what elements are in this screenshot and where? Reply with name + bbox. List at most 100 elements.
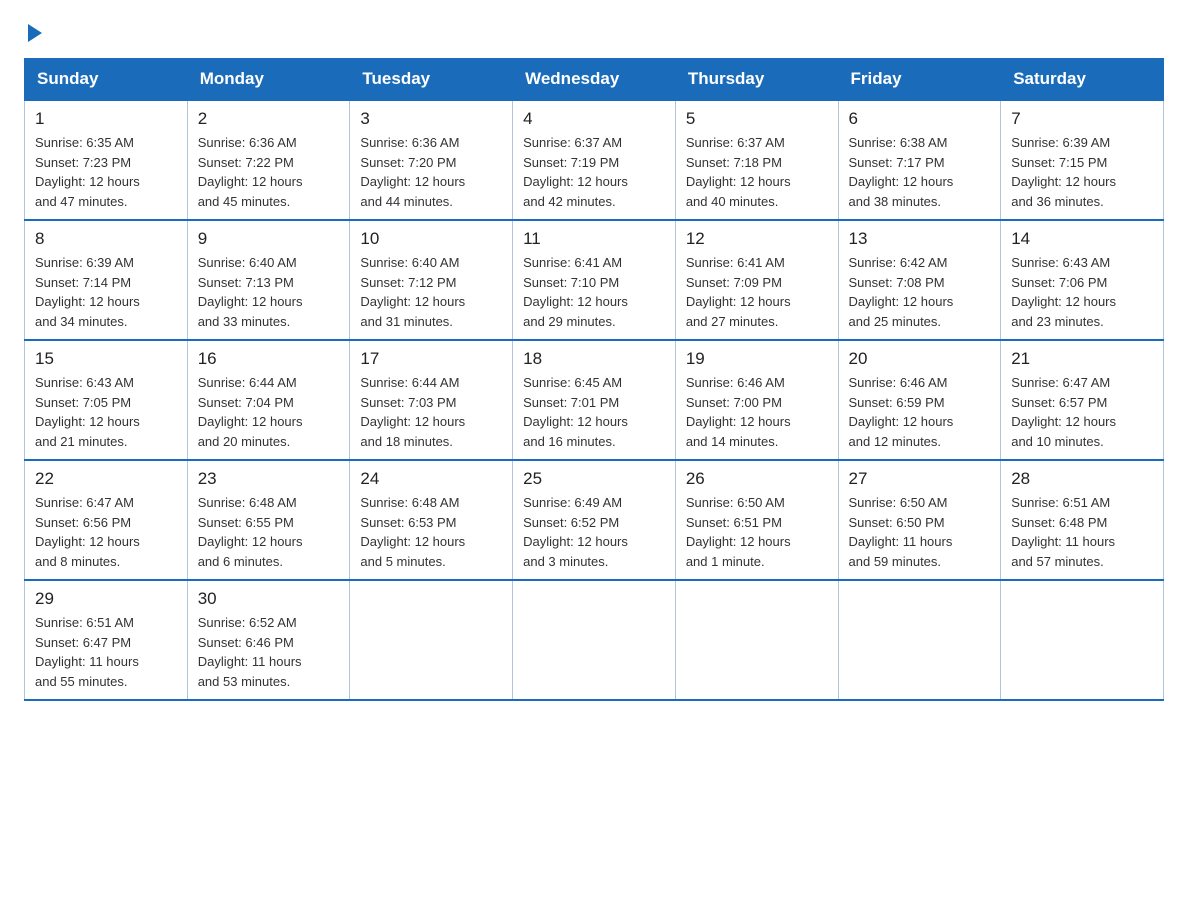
calendar-cell: 19 Sunrise: 6:46 AMSunset: 7:00 PMDayligh… <box>675 340 838 460</box>
calendar-cell <box>350 580 513 700</box>
calendar-week-2: 8 Sunrise: 6:39 AMSunset: 7:14 PMDaylight… <box>25 220 1164 340</box>
calendar-cell: 26 Sunrise: 6:50 AMSunset: 6:51 PMDayligh… <box>675 460 838 580</box>
day-number: 4 <box>523 109 665 129</box>
day-info: Sunrise: 6:36 AMSunset: 7:20 PMDaylight:… <box>360 133 502 211</box>
day-info: Sunrise: 6:36 AMSunset: 7:22 PMDaylight:… <box>198 133 340 211</box>
calendar-cell: 27 Sunrise: 6:50 AMSunset: 6:50 PMDayligh… <box>838 460 1001 580</box>
day-number: 20 <box>849 349 991 369</box>
day-number: 2 <box>198 109 340 129</box>
day-number: 27 <box>849 469 991 489</box>
day-number: 26 <box>686 469 828 489</box>
day-info: Sunrise: 6:41 AMSunset: 7:10 PMDaylight:… <box>523 253 665 331</box>
calendar-cell: 20 Sunrise: 6:46 AMSunset: 6:59 PMDayligh… <box>838 340 1001 460</box>
calendar-cell <box>513 580 676 700</box>
day-info: Sunrise: 6:52 AMSunset: 6:46 PMDaylight:… <box>198 613 340 691</box>
day-number: 3 <box>360 109 502 129</box>
weekday-header-wednesday: Wednesday <box>513 59 676 101</box>
day-number: 13 <box>849 229 991 249</box>
day-number: 25 <box>523 469 665 489</box>
calendar-cell: 24Sunrise: 6:48 AMSunset: 6:53 PMDayligh… <box>350 460 513 580</box>
day-info: Sunrise: 6:47 AMSunset: 6:57 PMDaylight:… <box>1011 373 1153 451</box>
calendar-cell: 10 Sunrise: 6:40 AMSunset: 7:12 PMDayligh… <box>350 220 513 340</box>
calendar-cell: 8 Sunrise: 6:39 AMSunset: 7:14 PMDaylight… <box>25 220 188 340</box>
day-number: 1 <box>35 109 177 129</box>
day-info: Sunrise: 6:49 AMSunset: 6:52 PMDaylight:… <box>523 493 665 571</box>
calendar-week-4: 22Sunrise: 6:47 AMSunset: 6:56 PMDayligh… <box>25 460 1164 580</box>
day-info: Sunrise: 6:47 AMSunset: 6:56 PMDaylight:… <box>35 493 177 571</box>
calendar-cell: 29Sunrise: 6:51 AMSunset: 6:47 PMDayligh… <box>25 580 188 700</box>
day-info: Sunrise: 6:42 AMSunset: 7:08 PMDaylight:… <box>849 253 991 331</box>
calendar-cell: 2 Sunrise: 6:36 AMSunset: 7:22 PMDaylight… <box>187 100 350 220</box>
day-info: Sunrise: 6:40 AMSunset: 7:12 PMDaylight:… <box>360 253 502 331</box>
day-info: Sunrise: 6:41 AMSunset: 7:09 PMDaylight:… <box>686 253 828 331</box>
calendar-cell: 28 Sunrise: 6:51 AMSunset: 6:48 PMDayligh… <box>1001 460 1164 580</box>
calendar-cell: 1Sunrise: 6:35 AMSunset: 7:23 PMDaylight… <box>25 100 188 220</box>
weekday-header-friday: Friday <box>838 59 1001 101</box>
day-number: 18 <box>523 349 665 369</box>
calendar-table: SundayMondayTuesdayWednesdayThursdayFrid… <box>24 58 1164 701</box>
calendar-week-5: 29Sunrise: 6:51 AMSunset: 6:47 PMDayligh… <box>25 580 1164 700</box>
calendar-cell: 4 Sunrise: 6:37 AMSunset: 7:19 PMDaylight… <box>513 100 676 220</box>
weekday-header-tuesday: Tuesday <box>350 59 513 101</box>
day-number: 19 <box>686 349 828 369</box>
day-number: 29 <box>35 589 177 609</box>
day-number: 8 <box>35 229 177 249</box>
day-number: 5 <box>686 109 828 129</box>
calendar-cell <box>1001 580 1164 700</box>
day-info: Sunrise: 6:51 AMSunset: 6:48 PMDaylight:… <box>1011 493 1153 571</box>
day-number: 30 <box>198 589 340 609</box>
day-number: 24 <box>360 469 502 489</box>
day-number: 14 <box>1011 229 1153 249</box>
day-number: 16 <box>198 349 340 369</box>
day-info: Sunrise: 6:38 AMSunset: 7:17 PMDaylight:… <box>849 133 991 211</box>
day-info: Sunrise: 6:50 AMSunset: 6:50 PMDaylight:… <box>849 493 991 571</box>
day-info: Sunrise: 6:39 AMSunset: 7:14 PMDaylight:… <box>35 253 177 331</box>
calendar-cell: 17 Sunrise: 6:44 AMSunset: 7:03 PMDayligh… <box>350 340 513 460</box>
calendar-cell: 6 Sunrise: 6:38 AMSunset: 7:17 PMDaylight… <box>838 100 1001 220</box>
calendar-cell: 16 Sunrise: 6:44 AMSunset: 7:04 PMDayligh… <box>187 340 350 460</box>
calendar-cell: 21Sunrise: 6:47 AMSunset: 6:57 PMDayligh… <box>1001 340 1164 460</box>
calendar-cell: 15 Sunrise: 6:43 AMSunset: 7:05 PMDayligh… <box>25 340 188 460</box>
day-number: 17 <box>360 349 502 369</box>
calendar-cell: 3 Sunrise: 6:36 AMSunset: 7:20 PMDaylight… <box>350 100 513 220</box>
calendar-cell: 18 Sunrise: 6:45 AMSunset: 7:01 PMDayligh… <box>513 340 676 460</box>
day-number: 15 <box>35 349 177 369</box>
day-number: 23 <box>198 469 340 489</box>
logo-arrow-icon <box>28 24 42 42</box>
day-info: Sunrise: 6:46 AMSunset: 7:00 PMDaylight:… <box>686 373 828 451</box>
calendar-cell <box>838 580 1001 700</box>
day-info: Sunrise: 6:46 AMSunset: 6:59 PMDaylight:… <box>849 373 991 451</box>
day-number: 11 <box>523 229 665 249</box>
day-info: Sunrise: 6:50 AMSunset: 6:51 PMDaylight:… <box>686 493 828 571</box>
day-info: Sunrise: 6:37 AMSunset: 7:19 PMDaylight:… <box>523 133 665 211</box>
weekday-header-thursday: Thursday <box>675 59 838 101</box>
day-number: 7 <box>1011 109 1153 129</box>
calendar-cell: 13 Sunrise: 6:42 AMSunset: 7:08 PMDayligh… <box>838 220 1001 340</box>
day-number: 10 <box>360 229 502 249</box>
day-number: 9 <box>198 229 340 249</box>
calendar-cell: 22Sunrise: 6:47 AMSunset: 6:56 PMDayligh… <box>25 460 188 580</box>
weekday-header-row: SundayMondayTuesdayWednesdayThursdayFrid… <box>25 59 1164 101</box>
calendar-cell <box>675 580 838 700</box>
calendar-cell: 14 Sunrise: 6:43 AMSunset: 7:06 PMDayligh… <box>1001 220 1164 340</box>
day-number: 6 <box>849 109 991 129</box>
day-number: 12 <box>686 229 828 249</box>
day-info: Sunrise: 6:39 AMSunset: 7:15 PMDaylight:… <box>1011 133 1153 211</box>
calendar-week-1: 1Sunrise: 6:35 AMSunset: 7:23 PMDaylight… <box>25 100 1164 220</box>
day-number: 28 <box>1011 469 1153 489</box>
day-info: Sunrise: 6:44 AMSunset: 7:03 PMDaylight:… <box>360 373 502 451</box>
calendar-week-3: 15 Sunrise: 6:43 AMSunset: 7:05 PMDayligh… <box>25 340 1164 460</box>
calendar-cell: 11 Sunrise: 6:41 AMSunset: 7:10 PMDayligh… <box>513 220 676 340</box>
day-info: Sunrise: 6:45 AMSunset: 7:01 PMDaylight:… <box>523 373 665 451</box>
day-info: Sunrise: 6:43 AMSunset: 7:05 PMDaylight:… <box>35 373 177 451</box>
weekday-header-sunday: Sunday <box>25 59 188 101</box>
calendar-cell: 9 Sunrise: 6:40 AMSunset: 7:13 PMDaylight… <box>187 220 350 340</box>
day-info: Sunrise: 6:44 AMSunset: 7:04 PMDaylight:… <box>198 373 340 451</box>
day-info: Sunrise: 6:48 AMSunset: 6:55 PMDaylight:… <box>198 493 340 571</box>
weekday-header-monday: Monday <box>187 59 350 101</box>
calendar-cell: 5Sunrise: 6:37 AMSunset: 7:18 PMDaylight… <box>675 100 838 220</box>
calendar-cell: 12 Sunrise: 6:41 AMSunset: 7:09 PMDayligh… <box>675 220 838 340</box>
day-info: Sunrise: 6:40 AMSunset: 7:13 PMDaylight:… <box>198 253 340 331</box>
day-info: Sunrise: 6:43 AMSunset: 7:06 PMDaylight:… <box>1011 253 1153 331</box>
calendar-cell: 23 Sunrise: 6:48 AMSunset: 6:55 PMDayligh… <box>187 460 350 580</box>
